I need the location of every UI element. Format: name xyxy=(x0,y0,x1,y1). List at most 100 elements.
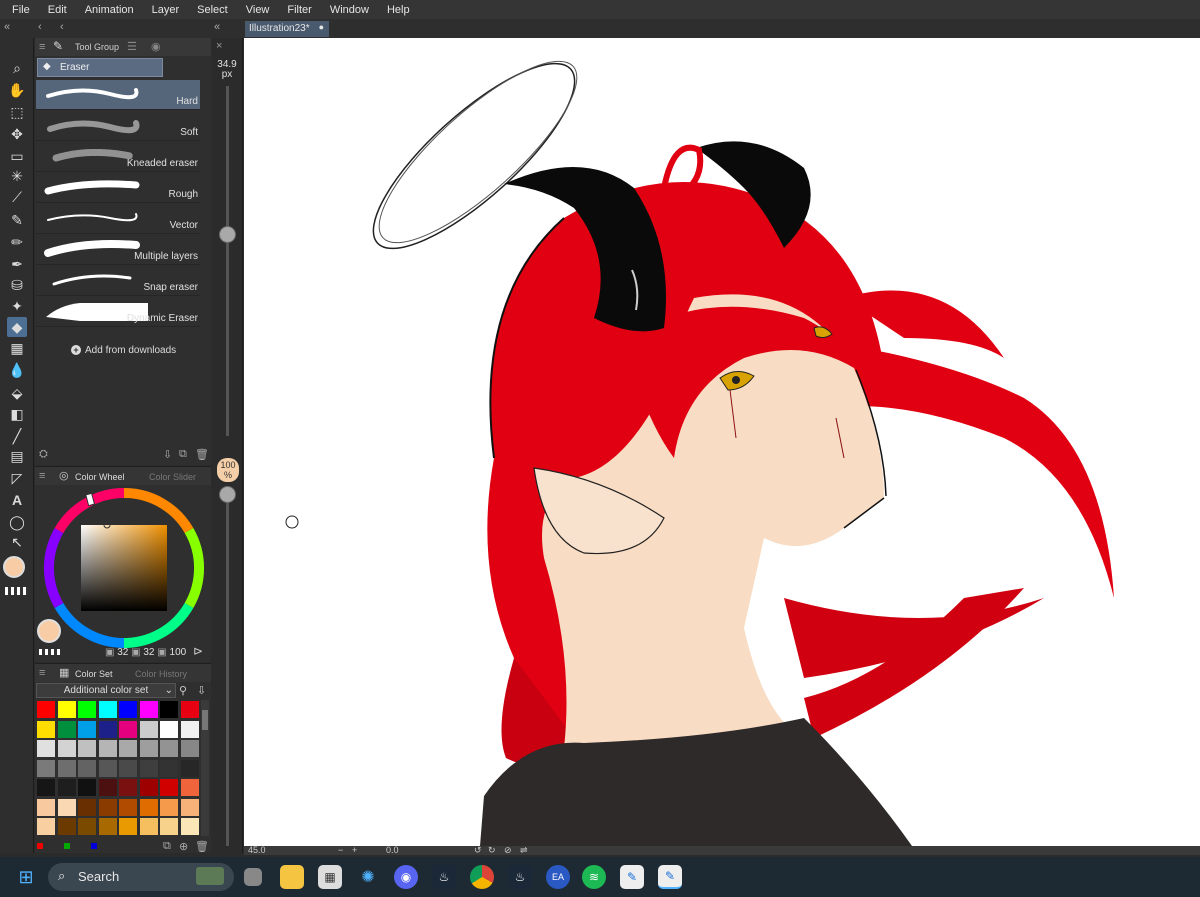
color-history-tab[interactable]: Color History xyxy=(135,669,187,679)
trash-icon[interactable]: 🗑 xyxy=(195,840,209,853)
line-icon[interactable]: ╱ xyxy=(7,426,27,446)
brush-item-kneaded[interactable]: Kneaded eraser xyxy=(36,142,200,172)
color-swatch[interactable] xyxy=(159,719,179,739)
menu-grip-icon[interactable]: ≡ xyxy=(39,470,45,482)
eyedropper-icon[interactable]: ⟋ xyxy=(7,187,27,207)
windows-start-icon[interactable]: ⊞ xyxy=(14,865,38,889)
color-swatch[interactable] xyxy=(36,700,56,719)
color-swatch[interactable] xyxy=(36,797,56,817)
download-icon[interactable]: ⇩ xyxy=(163,448,172,461)
color-picker-icon[interactable]: ⚲ xyxy=(179,684,187,697)
rotate-right-icon[interactable]: ↻ xyxy=(488,845,496,856)
brush-item-hard[interactable]: Hard xyxy=(36,80,200,110)
color-swatch[interactable] xyxy=(97,719,118,739)
reset-rotation-icon[interactable]: ⊘ xyxy=(504,845,512,856)
menu-grip-icon[interactable]: ≡ xyxy=(39,41,45,53)
brush-item-snap[interactable]: Snap eraser xyxy=(36,266,200,296)
menu-grip-icon[interactable]: ≡ xyxy=(39,667,45,679)
menu-layer[interactable]: Layer xyxy=(146,4,186,16)
color-swatch[interactable] xyxy=(97,739,118,758)
color-wheel-tab[interactable]: Color Wheel xyxy=(75,472,125,482)
airbrush-icon[interactable]: ⛁ xyxy=(7,275,27,295)
gradient-icon[interactable]: ◧ xyxy=(7,404,27,424)
menu-file[interactable]: File xyxy=(6,4,36,16)
move-icon[interactable]: ✥ xyxy=(7,124,27,144)
color-swatch[interactable] xyxy=(179,758,200,778)
menu-select[interactable]: Select xyxy=(191,4,234,16)
color-set-tab[interactable]: Color Set xyxy=(75,669,113,679)
balloon-icon[interactable]: ◸ xyxy=(7,468,27,488)
color-swatch[interactable] xyxy=(159,758,179,778)
menu-edit[interactable]: Edit xyxy=(42,4,73,16)
scrollbar-thumb[interactable] xyxy=(202,710,208,730)
duplicate-icon[interactable]: ⧉ xyxy=(179,448,187,461)
color-swatch[interactable] xyxy=(138,739,159,758)
collapse-right-icon[interactable]: « xyxy=(214,21,220,33)
duplicate-icon[interactable]: ⧉ xyxy=(163,840,171,853)
rotation-value[interactable]: 0.0 xyxy=(386,845,399,855)
brush-item-vector[interactable]: Vector xyxy=(36,204,200,234)
menu-window[interactable]: Window xyxy=(324,4,375,16)
color-swatch[interactable] xyxy=(56,758,77,778)
color-swatch[interactable] xyxy=(179,778,200,797)
file-explorer-icon[interactable] xyxy=(280,865,304,889)
color-swatch[interactable] xyxy=(179,719,200,739)
color-swatch[interactable] xyxy=(138,797,159,817)
color-swatch[interactable] xyxy=(179,797,200,817)
color-swatch[interactable] xyxy=(159,817,179,836)
collapse-icon[interactable]: × xyxy=(216,40,222,52)
tool-settings-icon[interactable]: ⛭ xyxy=(39,448,48,461)
color-swatch[interactable] xyxy=(36,719,56,739)
correct-line-icon[interactable]: ↖ xyxy=(7,532,27,552)
opacity-slider-knob[interactable] xyxy=(219,486,236,503)
color-swatch[interactable] xyxy=(36,739,56,758)
color-swatch[interactable] xyxy=(138,700,159,719)
menu-animation[interactable]: Animation xyxy=(79,4,140,16)
tool-group-label[interactable]: Tool Group xyxy=(75,42,119,52)
collapse-left-icon[interactable]: « xyxy=(4,21,10,33)
brush-size-track[interactable] xyxy=(226,86,229,436)
canvas[interactable] xyxy=(244,38,1200,846)
color-slider-tab[interactable]: Color Slider xyxy=(149,472,196,482)
saturation-value[interactable]: 32 xyxy=(143,647,154,658)
chevron-left-icon[interactable]: ‹ xyxy=(60,21,64,33)
brush-item-rough[interactable]: Rough xyxy=(36,173,200,203)
menu-filter[interactable]: Filter xyxy=(281,4,317,16)
decoration-icon[interactable]: ✦ xyxy=(7,296,27,316)
pencil-icon[interactable]: ✏ xyxy=(7,232,27,252)
color-swatch[interactable] xyxy=(56,817,77,836)
color-swatch[interactable] xyxy=(77,700,97,719)
color-swatch[interactable] xyxy=(118,739,138,758)
color-swatch[interactable] xyxy=(56,778,77,797)
color-swatch[interactable] xyxy=(56,700,77,719)
color-swatch[interactable] xyxy=(179,700,200,719)
color-swatch[interactable] xyxy=(77,758,97,778)
color-swatch[interactable] xyxy=(118,778,138,797)
color-swatch[interactable] xyxy=(97,797,118,817)
menu-view[interactable]: View xyxy=(240,4,276,16)
perspective-icon[interactable]: ▦ xyxy=(7,338,27,358)
trash-icon[interactable]: 🗑 xyxy=(195,448,209,461)
transparent-color-swatch[interactable] xyxy=(5,587,29,595)
object-select-icon[interactable]: ⬚ xyxy=(7,102,27,122)
canvas-tab[interactable]: Illustration23* ● xyxy=(245,21,329,37)
color-swatch[interactable] xyxy=(159,797,179,817)
color-swatch[interactable] xyxy=(138,778,159,797)
value-value[interactable]: 100 xyxy=(170,647,187,658)
color-swatch[interactable] xyxy=(97,700,118,719)
color-swatch[interactable] xyxy=(36,778,56,797)
color-swatch[interactable] xyxy=(138,817,159,836)
color-wheel[interactable] xyxy=(43,487,205,649)
brush-size-tab-icon[interactable]: ◉ xyxy=(151,40,161,53)
steam-icon[interactable]: ♨ xyxy=(508,865,532,889)
color-swatch[interactable] xyxy=(97,758,118,778)
close-dot-icon[interactable]: ● xyxy=(319,22,324,32)
pen-icon[interactable]: ✎ xyxy=(7,210,27,230)
brush-icon[interactable]: ✒ xyxy=(7,254,27,274)
color-swatch[interactable] xyxy=(118,719,138,739)
main-color-circle[interactable] xyxy=(37,619,61,643)
frame-border-icon[interactable]: ▤ xyxy=(7,446,27,466)
color-swatch[interactable] xyxy=(56,797,77,817)
color-set-select[interactable]: Additional color set ⌄ xyxy=(36,683,176,698)
transparent-swatch[interactable] xyxy=(39,649,61,655)
